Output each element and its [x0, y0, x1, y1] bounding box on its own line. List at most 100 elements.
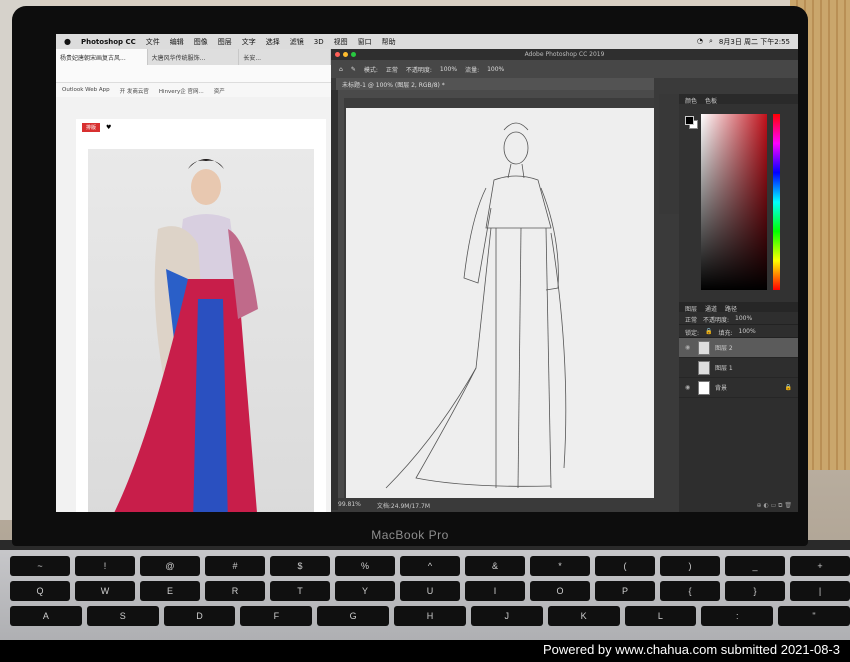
bookmark[interactable]: 开 发商云官	[120, 87, 149, 95]
apple-icon[interactable]: ●	[64, 37, 71, 46]
keyboard-key[interactable]: E	[140, 581, 200, 601]
eye-icon[interactable]: ◉	[685, 344, 693, 351]
bookmark[interactable]: Outlook Web App	[62, 87, 110, 93]
home-icon[interactable]: ⌂	[339, 66, 343, 73]
browser-tab[interactable]: 长安...	[239, 49, 332, 65]
minimize-icon[interactable]	[343, 52, 348, 57]
keyboard-key[interactable]: L	[624, 606, 697, 626]
layer-opacity-input[interactable]: 100%	[735, 315, 752, 322]
keyboard-key[interactable]: :	[701, 606, 774, 626]
ps-status-bar: 99.81% 文档:24.9M/17.7M	[336, 501, 654, 511]
page-button[interactable]: 排版	[82, 122, 101, 132]
eye-icon[interactable]: ◉	[685, 384, 693, 391]
mac-menubar: ● Photoshop CC 文件 编辑 图像 图层 文字 选择 滤镜 3D 视…	[56, 34, 798, 49]
maximize-icon[interactable]	[351, 52, 356, 57]
keyboard-key[interactable]: K	[547, 606, 620, 626]
heart-icon[interactable]: ♥	[106, 124, 111, 131]
close-icon[interactable]	[335, 52, 340, 57]
brush-icon[interactable]: ✎	[351, 66, 356, 73]
layer-name: 背景	[715, 385, 728, 392]
keyboard-key[interactable]: T	[270, 581, 330, 601]
blend-mode-select[interactable]: 正常	[685, 315, 697, 324]
menubar-clock[interactable]: 8月3日 周二 下午2:55	[719, 37, 790, 47]
menu-item[interactable]: 3D	[314, 38, 324, 46]
tab-channels[interactable]: 通道	[705, 304, 717, 313]
keyboard-key[interactable]: "	[778, 606, 850, 626]
menu-item[interactable]: 图层	[218, 37, 232, 47]
keyboard-key[interactable]: S	[86, 606, 159, 626]
document-tab[interactable]: 未标题-1 @ 100% (图层 2, RGB/8) *	[336, 78, 654, 90]
zoom-readout[interactable]: 99.81%	[338, 501, 361, 511]
keyboard-key[interactable]: Q	[10, 581, 70, 601]
tab-layers[interactable]: 图层	[685, 304, 697, 313]
hue-slider[interactable]	[773, 114, 780, 290]
keyboard-key[interactable]: (	[595, 556, 655, 576]
keyboard-key[interactable]: +	[790, 556, 850, 576]
bookmark[interactable]: Hinvery企 官网...	[159, 87, 204, 95]
keyboard-key[interactable]: ^	[400, 556, 460, 576]
fill-input[interactable]: 100%	[739, 328, 756, 335]
layer-row[interactable]: ◉ 背景 🔒	[679, 378, 798, 398]
keyboard-key[interactable]: I	[465, 581, 525, 601]
canvas-document[interactable]	[346, 108, 654, 498]
window-controls	[335, 52, 356, 57]
tab-color[interactable]: 颜色	[685, 96, 697, 105]
keyboard-key[interactable]: !	[75, 556, 135, 576]
wifi-icon[interactable]: ◔	[697, 37, 703, 47]
menu-item[interactable]: 窗口	[358, 37, 372, 47]
lock-icon[interactable]: 🔒	[705, 328, 712, 335]
keyboard-key[interactable]: H	[394, 606, 466, 626]
keyboard-key[interactable]: A	[10, 606, 82, 626]
watermark: Powered by www.chahua.com submitted 2021…	[0, 640, 850, 662]
keyboard-key[interactable]: %	[335, 556, 395, 576]
menubar-app-name[interactable]: Photoshop CC	[81, 38, 136, 46]
menu-item[interactable]: 编辑	[170, 37, 184, 47]
keyboard-key[interactable]: D	[163, 606, 236, 626]
browser-tab[interactable]: 杨贵妃唐朝宋画复古风...	[56, 49, 148, 65]
keyboard-key[interactable]: &	[465, 556, 525, 576]
canvas-area[interactable]	[344, 98, 654, 500]
keyboard-key[interactable]: O	[530, 581, 590, 601]
bookmark[interactable]: 资产	[214, 87, 225, 95]
keyboard-key[interactable]: @	[140, 556, 200, 576]
menu-item[interactable]: 滤镜	[290, 37, 304, 47]
opacity-input[interactable]: 100%	[440, 66, 457, 73]
keyboard-key[interactable]: U	[400, 581, 460, 601]
keyboard-key[interactable]: Y	[335, 581, 395, 601]
layers-blend-row: 正常 不透明度: 100%	[679, 312, 798, 325]
color-picker-field[interactable]	[701, 114, 767, 290]
mode-select[interactable]: 正常	[386, 65, 398, 74]
tab-paths[interactable]: 路径	[725, 304, 737, 313]
menu-item[interactable]: 图像	[194, 37, 208, 47]
keyboard-key[interactable]: #	[205, 556, 265, 576]
layers-panel-tabs: 图层 通道 路径	[679, 302, 798, 313]
keyboard-key[interactable]: W	[75, 581, 135, 601]
keyboard-key[interactable]: *	[530, 556, 590, 576]
keyboard-key[interactable]: )	[660, 556, 720, 576]
keyboard-key[interactable]: J	[470, 606, 543, 626]
keyboard-key[interactable]: $	[270, 556, 330, 576]
keyboard-key[interactable]: R	[205, 581, 265, 601]
keyboard-key[interactable]: G	[317, 606, 390, 626]
menu-item[interactable]: 视图	[334, 37, 348, 47]
browser-tab[interactable]: 大唐风华传统服饰...	[148, 49, 240, 65]
layer-row[interactable]: 图层 1	[679, 358, 798, 378]
lock-icon[interactable]: 🔒	[785, 384, 792, 391]
menu-item[interactable]: 选择	[266, 37, 280, 47]
keyboard-key[interactable]: ~	[10, 556, 70, 576]
menu-item[interactable]: 帮助	[382, 37, 396, 47]
layer-row[interactable]: ◉ 图层 2	[679, 338, 798, 358]
keyboard-key[interactable]: _	[725, 556, 785, 576]
keyboard-key[interactable]: |	[790, 581, 850, 601]
keyboard-key[interactable]: P	[595, 581, 655, 601]
flow-input[interactable]: 100%	[487, 66, 504, 73]
tab-swatches[interactable]: 色板	[705, 96, 717, 105]
menu-item[interactable]: 文字	[242, 37, 256, 47]
search-icon[interactable]: ⌕	[709, 37, 713, 47]
keyboard-key[interactable]: }	[725, 581, 785, 601]
address-bar[interactable]	[56, 65, 331, 83]
foreground-color-swatch[interactable]	[685, 116, 694, 125]
keyboard-key[interactable]: {	[660, 581, 720, 601]
menu-item[interactable]: 文件	[146, 37, 160, 47]
keyboard-key[interactable]: F	[240, 606, 313, 626]
